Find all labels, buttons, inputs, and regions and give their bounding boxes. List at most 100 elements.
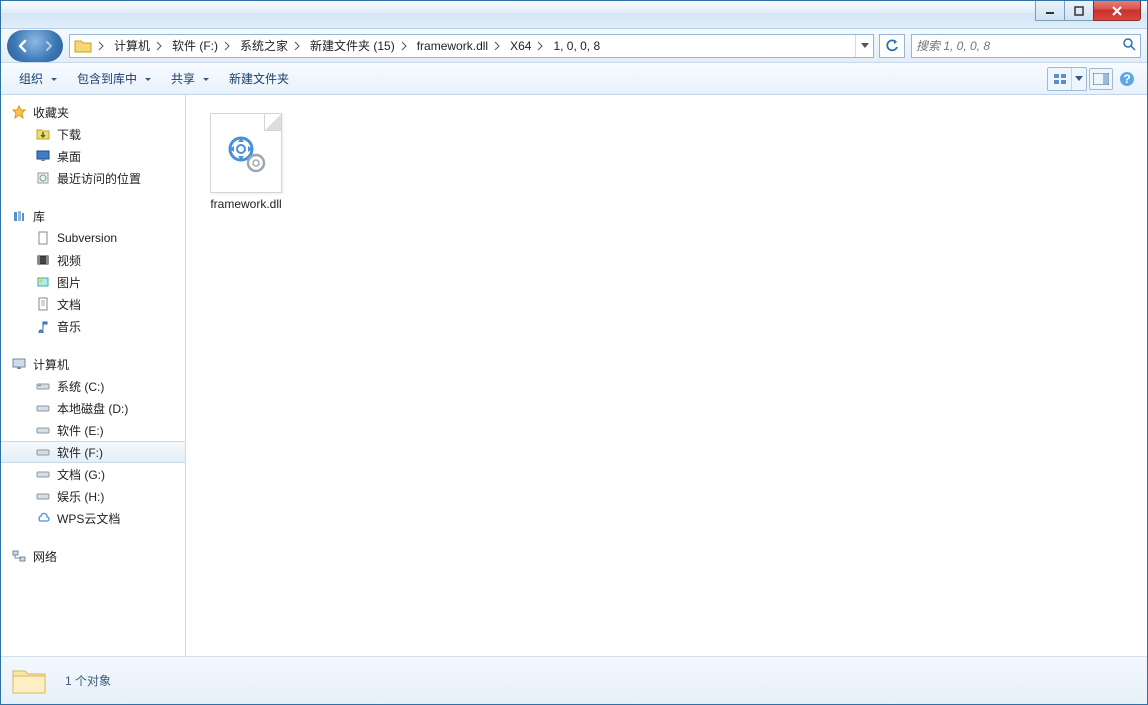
sidebar-item-label: 音乐 — [57, 318, 81, 335]
drive-icon — [35, 488, 51, 504]
chevron-right-icon[interactable] — [220, 41, 234, 51]
tiles-icon — [1053, 73, 1067, 85]
include-in-library-menu[interactable]: 包含到库中 — [67, 66, 161, 91]
sidebar-header-favorites[interactable]: 收藏夹 — [1, 101, 185, 123]
chevron-right-icon[interactable] — [490, 41, 504, 51]
share-menu[interactable]: 共享 — [161, 66, 219, 91]
video-icon — [35, 252, 51, 268]
drive-icon — [35, 466, 51, 482]
sidebar-item-documents[interactable]: 文档 — [1, 293, 185, 315]
sidebar-header-libraries[interactable]: 库 — [1, 205, 185, 227]
recent-icon — [35, 170, 51, 186]
dll-file-icon — [210, 113, 282, 193]
breadcrumb-folder-2[interactable]: 新建文件夹 (15) — [304, 35, 397, 57]
sidebar-item-pictures[interactable]: 图片 — [1, 271, 185, 293]
explorer-window: 计算机 软件 (F:) 系统之家 新建文件夹 (15) framework.dl… — [0, 0, 1148, 705]
sidebar-item-label: 桌面 — [57, 148, 81, 165]
network-icon — [11, 548, 27, 564]
sidebar-item-drive-c[interactable]: 系统 (C:) — [1, 375, 185, 397]
computer-icon — [11, 356, 27, 372]
organize-menu[interactable]: 组织 — [9, 66, 67, 91]
breadcrumb-drive-f[interactable]: 软件 (F:) — [166, 35, 220, 57]
forward-button[interactable] — [37, 34, 61, 58]
sidebar-item-subversion[interactable]: Subversion — [1, 227, 185, 249]
sidebar-item-label: 文档 (G:) — [57, 466, 105, 483]
sidebar-item-music[interactable]: 音乐 — [1, 315, 185, 337]
sidebar-item-label: 本地磁盘 (D:) — [57, 400, 128, 417]
help-button[interactable]: ? — [1115, 68, 1139, 90]
sidebar-item-label: 软件 (F:) — [57, 444, 103, 461]
folder-icon — [11, 665, 47, 697]
drive-icon — [35, 400, 51, 416]
command-toolbar: 组织 包含到库中 共享 新建文件夹 ? — [1, 63, 1147, 95]
sidebar-item-drive-g[interactable]: 文档 (G:) — [1, 463, 185, 485]
search-icon[interactable] — [1122, 37, 1136, 54]
file-item[interactable]: framework.dll — [198, 113, 294, 211]
folder-icon — [74, 38, 92, 54]
sidebar-item-wps-cloud[interactable]: WPS云文档 — [1, 507, 185, 529]
sidebar-item-drive-d[interactable]: 本地磁盘 (D:) — [1, 397, 185, 419]
sidebar-group-favorites: 收藏夹 下载 桌面 最近访问的位置 — [1, 101, 185, 189]
minimize-button[interactable] — [1035, 1, 1065, 21]
sidebar-item-downloads[interactable]: 下载 — [1, 123, 185, 145]
search-box[interactable] — [911, 34, 1141, 58]
drive-icon — [35, 378, 51, 394]
sidebar-header-network[interactable]: 网络 — [1, 545, 185, 567]
back-button[interactable] — [9, 32, 37, 60]
maximize-button[interactable] — [1064, 1, 1094, 21]
close-button[interactable] — [1093, 1, 1141, 21]
breadcrumb-computer[interactable]: 计算机 — [108, 35, 152, 57]
nav-back-forward — [7, 30, 63, 62]
download-icon — [35, 126, 51, 142]
navigation-pane[interactable]: 收藏夹 下载 桌面 最近访问的位置 库 — [1, 95, 186, 656]
chevron-right-icon[interactable] — [290, 41, 304, 51]
chevron-right-icon[interactable] — [152, 41, 166, 51]
breadcrumb-folder-5[interactable]: 1, 0, 0, 8 — [547, 35, 602, 57]
file-list-pane[interactable]: framework.dll — [186, 95, 1147, 656]
file-name-label: framework.dll — [210, 197, 281, 211]
sidebar-item-desktop[interactable]: 桌面 — [1, 145, 185, 167]
view-mode-dropdown[interactable] — [1072, 68, 1086, 90]
new-folder-button[interactable]: 新建文件夹 — [219, 66, 299, 91]
sidebar-item-label: 系统 (C:) — [57, 378, 104, 395]
sidebar-item-label: Subversion — [57, 231, 117, 245]
refresh-button[interactable] — [879, 34, 905, 58]
chevron-right-icon[interactable] — [533, 41, 547, 51]
drive-icon — [35, 444, 51, 460]
breadcrumb-folder-3[interactable]: framework.dll — [411, 35, 490, 57]
sidebar-item-label: WPS云文档 — [57, 510, 120, 527]
sidebar-item-drive-e[interactable]: 软件 (E:) — [1, 419, 185, 441]
address-bar[interactable]: 计算机 软件 (F:) 系统之家 新建文件夹 (15) framework.dl… — [69, 34, 874, 58]
view-mode-button[interactable] — [1048, 68, 1072, 90]
sidebar-item-label: 图片 — [57, 274, 81, 291]
sidebar-item-label: 软件 (E:) — [57, 422, 104, 439]
chevron-right-icon[interactable] — [397, 41, 411, 51]
sidebar-item-videos[interactable]: 视频 — [1, 249, 185, 271]
sidebar-group-libraries: 库 Subversion 视频 图片 文档 — [1, 205, 185, 337]
sidebar-item-label: 下载 — [57, 126, 81, 143]
breadcrumb-folder-1[interactable]: 系统之家 — [234, 35, 290, 57]
sidebar-item-recent[interactable]: 最近访问的位置 — [1, 167, 185, 189]
body: 收藏夹 下载 桌面 最近访问的位置 库 — [1, 95, 1147, 656]
sidebar-item-label: 文档 — [57, 296, 81, 313]
star-icon — [11, 104, 27, 120]
sidebar-item-drive-h[interactable]: 娱乐 (H:) — [1, 485, 185, 507]
document-icon — [35, 296, 51, 312]
sidebar-header-computer[interactable]: 计算机 — [1, 353, 185, 375]
breadcrumb-folder-4[interactable]: X64 — [504, 35, 533, 57]
window-controls — [1035, 1, 1147, 28]
music-icon — [35, 318, 51, 334]
sidebar-item-label: 视频 — [57, 252, 81, 269]
navigation-bar: 计算机 软件 (F:) 系统之家 新建文件夹 (15) framework.dl… — [1, 29, 1147, 63]
chevron-right-icon[interactable] — [94, 41, 108, 51]
chevron-down-icon — [1075, 76, 1083, 82]
sidebar-header-label: 计算机 — [33, 356, 69, 373]
address-history-dropdown[interactable] — [855, 35, 873, 57]
sidebar-group-network: 网络 — [1, 545, 185, 567]
search-input[interactable] — [916, 39, 1122, 53]
sidebar-item-drive-f[interactable]: 软件 (F:) — [1, 441, 185, 463]
preview-pane-button[interactable] — [1089, 68, 1113, 90]
view-options — [1047, 67, 1087, 91]
desktop-icon — [35, 148, 51, 164]
drive-icon — [35, 422, 51, 438]
